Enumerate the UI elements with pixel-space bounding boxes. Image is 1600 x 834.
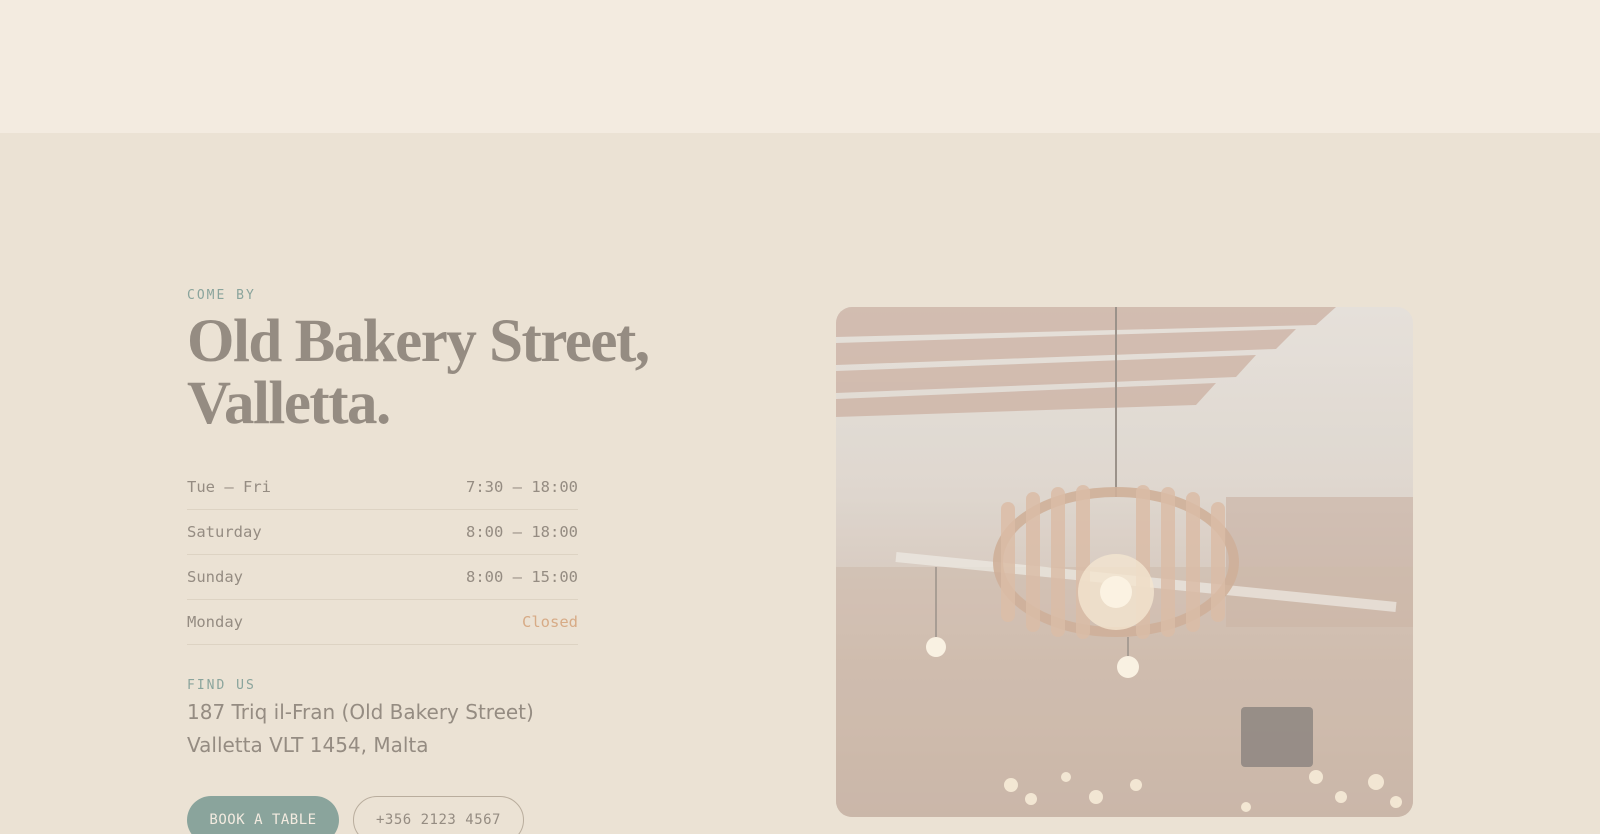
hours-time: 7:30 – 18:00 (466, 478, 578, 496)
address-line-1: 187 Triq il-Fran (Old Bakery Street) (187, 700, 534, 724)
hours-days: Saturday (187, 523, 262, 541)
hours-time: 8:00 – 15:00 (466, 568, 578, 586)
title-line-1: Old Bakery Street, (187, 308, 650, 375)
hours-row: Monday Closed (187, 600, 578, 645)
hours-days: Tue – Fri (187, 478, 271, 496)
address-line-2: Valletta VLT 1454, Malta (187, 733, 429, 757)
location-heading: COME BY Old Bakery Street, Valletta. (187, 287, 667, 435)
hours-days: Sunday (187, 568, 243, 586)
find-us-eyebrow: FIND US (187, 678, 256, 693)
interior-photo (836, 307, 1413, 817)
hours-row: Tue – Fri 7:30 – 18:00 (187, 465, 578, 510)
find-us-block: FIND US 187 Triq il-Fran (Old Bakery Str… (187, 678, 647, 762)
hours-days: Monday (187, 613, 243, 631)
opening-hours-list: Tue – Fri 7:30 – 18:00 Saturday 8:00 – 1… (187, 465, 578, 645)
title-line-2: Valletta. (187, 370, 391, 437)
book-a-table-button[interactable]: BOOK A TABLE (187, 796, 339, 834)
phone-button[interactable]: +356 2123 4567 (353, 796, 524, 834)
hours-closed-status: Closed (522, 613, 578, 631)
address: 187 Triq il-Fran (Old Bakery Street) Val… (187, 696, 647, 762)
location-title: Old Bakery Street, Valletta. (187, 311, 667, 435)
come-by-eyebrow: COME BY (187, 288, 256, 303)
hours-time: 8:00 – 18:00 (466, 523, 578, 541)
hours-row: Saturday 8:00 – 18:00 (187, 510, 578, 555)
pendant-lamp-image (836, 307, 1413, 817)
hours-row: Sunday 8:00 – 15:00 (187, 555, 578, 600)
top-band (0, 0, 1600, 133)
